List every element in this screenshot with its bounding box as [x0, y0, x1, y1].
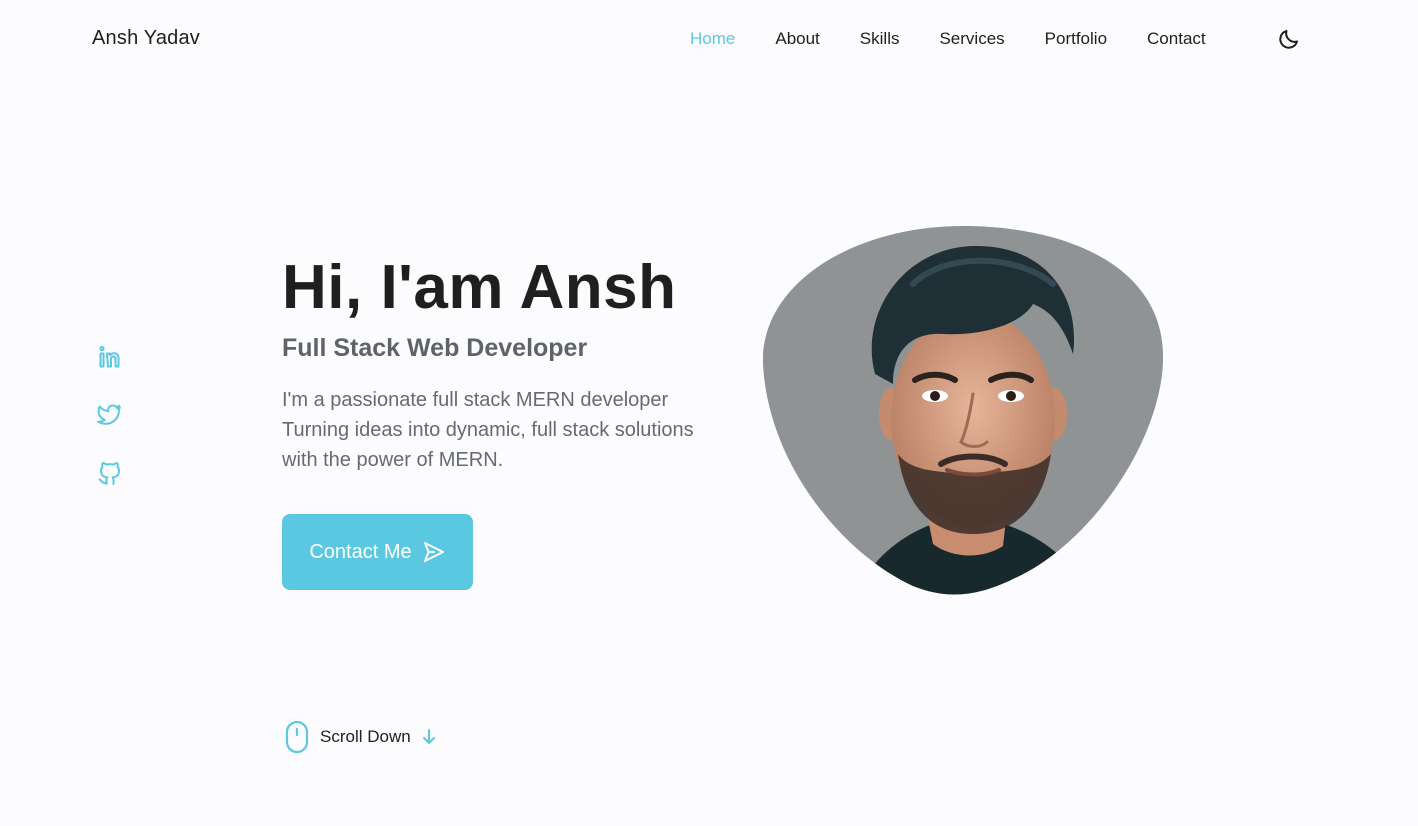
twitter-icon[interactable]: [97, 402, 123, 428]
social-links: [97, 344, 123, 518]
hero-subtitle: Full Stack Web Developer: [282, 334, 588, 362]
site-logo[interactable]: Ansh Yadav: [92, 27, 200, 50]
mouse-icon: [284, 720, 310, 754]
arrow-down-icon: [421, 728, 437, 746]
contact-me-label: Contact Me: [309, 540, 412, 563]
github-icon[interactable]: [97, 460, 123, 486]
contact-me-button[interactable]: Contact Me: [282, 514, 473, 590]
nav-portfolio[interactable]: Portfolio: [1045, 28, 1107, 50]
nav-about[interactable]: About: [775, 28, 819, 50]
header: Ansh Yadav Home About Skills Services Po…: [0, 0, 1418, 78]
nav-home[interactable]: Home: [690, 28, 735, 50]
page: Ansh Yadav Home About Skills Services Po…: [0, 0, 1418, 826]
nav-skills[interactable]: Skills: [860, 28, 900, 50]
profile-photo: [763, 226, 1163, 595]
hero-title: Hi, I'am Ansh: [282, 253, 677, 322]
scroll-down-link[interactable]: Scroll Down: [284, 720, 437, 754]
hero-description: I'm a passionate full stack MERN develop…: [282, 389, 694, 471]
send-icon: [422, 540, 446, 564]
main-nav: Home About Skills Services Portfolio Con…: [690, 28, 1246, 50]
nav-contact[interactable]: Contact: [1147, 28, 1206, 50]
moon-icon[interactable]: [1277, 27, 1301, 51]
nav-services[interactable]: Services: [939, 28, 1004, 50]
scroll-down-label: Scroll Down: [320, 727, 411, 746]
linkedin-icon[interactable]: [97, 344, 123, 370]
